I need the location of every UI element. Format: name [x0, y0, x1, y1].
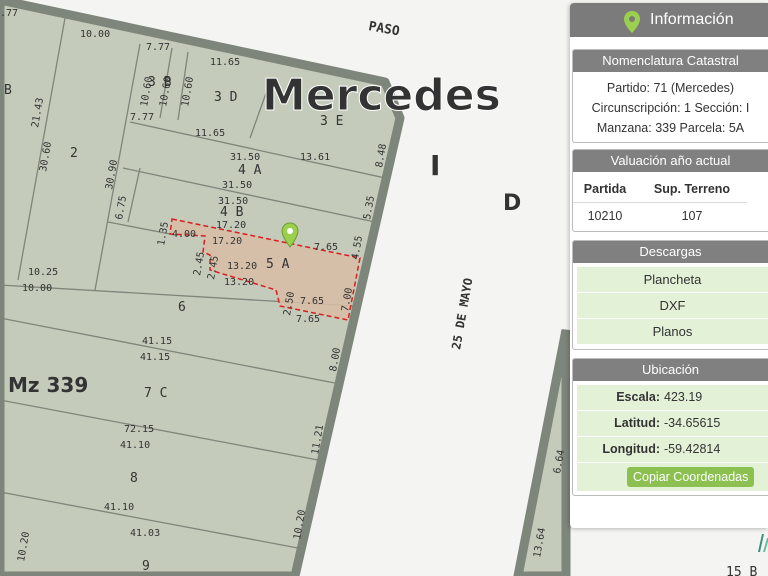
parcel-label: 15 B — [726, 565, 757, 576]
descargas-box: Descargas Plancheta DXF Planos — [572, 240, 768, 350]
download-planos[interactable]: Planos — [577, 319, 768, 345]
dimension-label: 13.20 — [227, 261, 257, 272]
dimension-label: 11.65 — [210, 57, 240, 68]
longitud-row: Longitud: -59.42814 — [577, 437, 768, 463]
download-dxf[interactable]: DXF — [577, 293, 768, 319]
dimension-label: 17.20 — [216, 220, 246, 231]
valuacion-table: Partida Sup. Terreno 10210 107 — [573, 176, 747, 229]
escala-value: 423.19 — [664, 390, 703, 404]
dimension-label: 31.50 — [230, 152, 260, 163]
parcel-label: 8 — [130, 471, 138, 486]
dimension-label: 7.65 — [296, 314, 320, 325]
dimension-label: 7.65 — [300, 296, 324, 307]
col-sup-terreno: Sup. Terreno — [653, 182, 731, 196]
col-partida: Partida — [583, 182, 627, 196]
dimension-label: 31.50 — [218, 196, 248, 207]
latitud-value: -34.65615 — [664, 416, 721, 430]
dimension-label: 11.65 — [195, 128, 225, 139]
longitud-value: -59.42814 — [664, 442, 721, 456]
parcel-label: 3 D — [214, 90, 238, 105]
parcel-label: 7 C — [144, 386, 167, 401]
map-marker-icon — [624, 11, 640, 33]
parcel-label: 4 A — [238, 163, 262, 178]
nomenclatura-box: Nomenclatura Catastral Partido: 71 (Merc… — [572, 49, 768, 143]
parcel-label: B — [4, 83, 12, 98]
partida-value: 10210 — [573, 202, 637, 229]
locality-label: Mercedes — [262, 70, 501, 121]
logo-icon — [758, 534, 768, 552]
section-label-d: D — [503, 191, 521, 216]
info-title: Información — [650, 11, 734, 28]
nomenclatura-header: Nomenclatura Catastral — [573, 50, 768, 72]
street-25-de-mayo: 25 DE MAYO — [449, 277, 475, 351]
download-plancheta[interactable]: Plancheta — [577, 267, 768, 293]
dimension-label: .77 — [0, 8, 18, 19]
dimension-label: 13.61 — [300, 152, 330, 163]
parcel-label-selected: 5 A — [266, 257, 290, 272]
dimension-label: 7.65 — [314, 242, 338, 253]
valuacion-header: Valuación año actual — [573, 150, 768, 172]
dimension-label: 13.20 — [224, 277, 254, 288]
sup-value: 107 — [637, 202, 747, 229]
street-paso: PASO — [367, 19, 401, 39]
dimension-label: 41.03 — [130, 528, 160, 539]
ubicacion-box: Ubicación Escala: 423.19 Latitud: -34.65… — [572, 358, 768, 496]
latitud-row: Latitud: -34.65615 — [577, 411, 768, 437]
dimension-label: 31.50 — [222, 180, 252, 191]
dimension-label: 41.15 — [140, 352, 170, 363]
parcel-label: 3 E — [320, 114, 343, 129]
info-header: Información — [570, 3, 768, 37]
dimension-label: 41.10 — [120, 440, 150, 451]
manzana-text: Manzana: 339 Parcela: 5A — [596, 121, 745, 135]
dimension-label: 41.10 — [104, 502, 134, 513]
parcel-label: 6 — [178, 300, 186, 315]
parcel-label: 2 — [70, 146, 78, 161]
dimension-label: 72.15 — [124, 424, 154, 435]
partido-text: Partido: 71 (Mercedes) — [606, 81, 735, 95]
dimension-label: 4.00 — [172, 229, 196, 240]
parcel-label: 4 B — [220, 205, 244, 220]
dimension-label: 7.77 — [146, 42, 170, 53]
manzana-label: Mz 339 — [8, 373, 88, 397]
copy-coordinates-button[interactable]: Copiar Coordenadas — [627, 467, 755, 487]
info-panel: Información Nomenclatura Catastral Parti… — [570, 3, 768, 528]
dimension-label: 41.15 — [142, 336, 172, 347]
dimension-label: 17.20 — [212, 236, 242, 247]
circunscripcion-text: Circunscripción: 1 Sección: I — [591, 101, 750, 115]
valuacion-box: Valuación año actual Partida Sup. Terren… — [572, 149, 768, 232]
dimension-label: 10.00 — [80, 29, 110, 40]
dimension-label: 10.25 — [28, 267, 58, 278]
parcel-label: 9 — [142, 559, 150, 574]
section-label-i: I — [430, 149, 440, 182]
descargas-header: Descargas — [573, 241, 768, 263]
escala-row: Escala: 423.19 — [577, 385, 768, 411]
ubicacion-header: Ubicación — [573, 359, 768, 381]
dimension-label: 10.00 — [22, 283, 52, 294]
dimension-label: 7.77 — [130, 112, 154, 123]
